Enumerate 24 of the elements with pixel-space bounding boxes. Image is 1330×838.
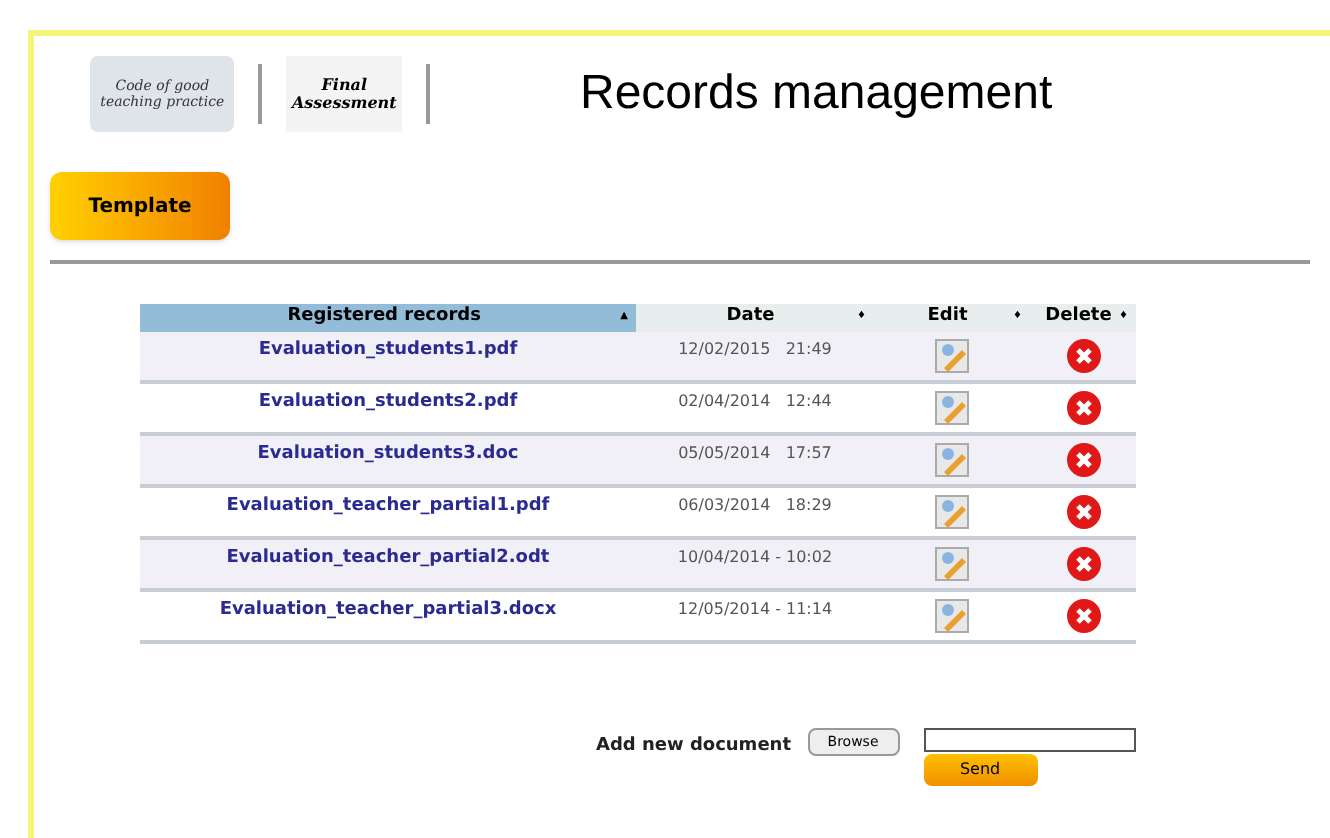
delete-icon[interactable] <box>1065 546 1101 582</box>
file-link[interactable]: Evaluation_teacher_partial3.docx <box>140 592 636 640</box>
date-cell-text: 12/05/2014 - 11:14 <box>675 598 835 622</box>
date-cell-text: 02/04/2014 12:44 <box>676 390 834 414</box>
delete-icon[interactable] <box>1065 338 1101 374</box>
send-button[interactable]: Send <box>923 754 1038 786</box>
file-link[interactable]: Evaluation_students2.pdf <box>140 384 636 432</box>
template-button[interactable]: Template <box>50 172 230 240</box>
file-link[interactable]: Evaluation_teacher_partial2.odt <box>140 540 636 588</box>
logo: Final Assessment <box>286 56 403 132</box>
file-link[interactable]: Evaluation_students1.pdf <box>140 332 636 380</box>
file-field[interactable] <box>923 728 1136 752</box>
file-link[interactable]: Evaluation_teacher_partial1.pdf <box>140 488 636 536</box>
date-cell-text: 06/03/2014 18:29 <box>676 494 834 518</box>
delete-icon[interactable] <box>1065 390 1101 426</box>
delete-icon[interactable] <box>1065 494 1101 530</box>
page-title: Records management <box>580 64 1053 124</box>
date-cell-text: 05/05/2014 17:57 <box>676 442 834 466</box>
delete-icon[interactable] <box>1065 598 1101 634</box>
delete-icon[interactable] <box>1065 442 1101 478</box>
upload-label: Add new document <box>596 734 792 760</box>
file-link[interactable]: Evaluation_students3.doc <box>140 436 636 484</box>
date-cell-text: 12/02/2015 21:49 <box>676 338 834 362</box>
date-cell-text: 10/04/2014 - 10:02 <box>675 546 835 570</box>
